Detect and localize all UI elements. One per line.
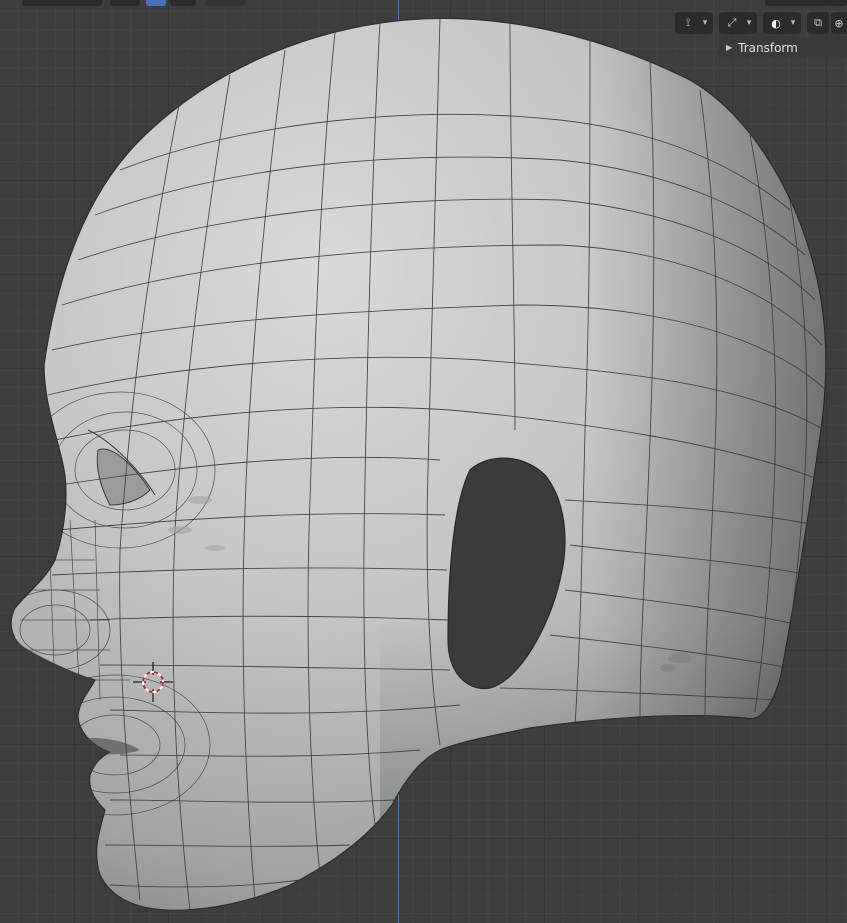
chevron-down-icon[interactable]: ▾ bbox=[699, 12, 711, 34]
viewport-overlay-toolbar: ⟟ ▾ ⤢ ▾ ◐ ▾ ⧉ ⊕ bbox=[671, 10, 847, 36]
chevron-down-icon[interactable]: ▾ bbox=[787, 12, 799, 34]
transform-panel-header[interactable]: ▶ Transform bbox=[718, 37, 847, 58]
pivot-dropdown[interactable] bbox=[110, 0, 140, 6]
gizmo-group[interactable]: ⤢ ▾ bbox=[719, 12, 757, 34]
wireframe-shading-icon[interactable]: ⊕ bbox=[831, 12, 847, 34]
gizmo-icon[interactable]: ⤢ bbox=[721, 12, 743, 34]
3d-viewport[interactable]: ⟟ ▾ ⤢ ▾ ◐ ▾ ⧉ ⊕ ▶ Transform bbox=[0, 0, 847, 923]
header-strip bbox=[0, 0, 847, 7]
snap-toggle[interactable] bbox=[146, 0, 166, 6]
xray-icon[interactable]: ⧉ bbox=[807, 12, 829, 34]
view-object-types-icon[interactable]: ⟟ bbox=[677, 12, 699, 34]
chevron-down-icon[interactable]: ▾ bbox=[743, 12, 755, 34]
object-types-group[interactable]: ⟟ ▾ bbox=[675, 12, 713, 34]
global-dropdown[interactable] bbox=[22, 0, 102, 6]
proportional-edit[interactable] bbox=[205, 0, 245, 6]
mesh-wireframe bbox=[11, 18, 826, 911]
expand-triangle-icon[interactable]: ▶ bbox=[726, 43, 732, 52]
snap-dropdown[interactable] bbox=[170, 0, 196, 6]
head-mesh[interactable] bbox=[0, 0, 847, 923]
overlays-group[interactable]: ◐ ▾ bbox=[763, 12, 801, 34]
overlays-icon[interactable]: ◐ bbox=[765, 12, 787, 34]
transform-label: Transform bbox=[738, 40, 798, 55]
header-right-controls[interactable] bbox=[765, 0, 847, 6]
